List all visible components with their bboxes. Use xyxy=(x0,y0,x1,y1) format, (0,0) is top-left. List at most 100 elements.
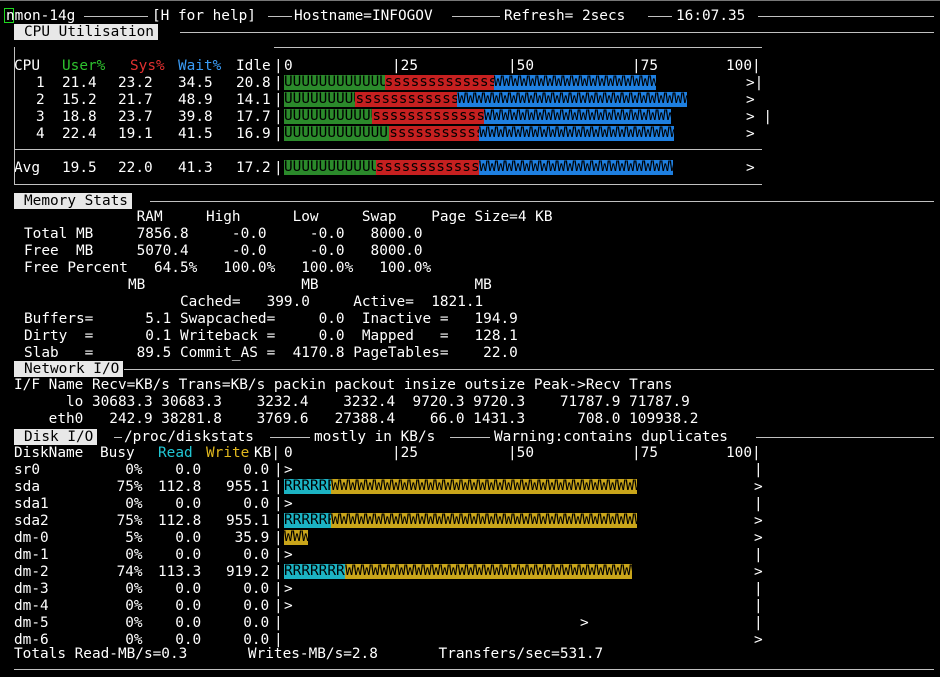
disk-marker: > xyxy=(284,547,293,563)
disk-busy: 0% xyxy=(125,615,143,631)
memory-line: Total MB 7856.8 -0.0 -0.0 8000.0 xyxy=(24,226,423,242)
memory-line: Free Percent 64.5% 100.0% 100.0% 100.0% xyxy=(24,260,432,276)
cpu-header-cpu: CPU xyxy=(14,58,40,74)
network-line: I/F Name Recv=KB/s Trans=KB/s packin pac… xyxy=(14,377,673,393)
disk-name: sda2 xyxy=(14,513,49,529)
cpu-bar-sys: sssssssssssss xyxy=(372,109,484,124)
disk-row-end: | xyxy=(754,615,763,631)
network-line: lo 30683.3 30683.3 3232.4 3232.4 9720.3 … xyxy=(14,394,690,410)
disk-read: 113.3 xyxy=(158,564,202,580)
cpu-bar-sys: ssssssssssss xyxy=(355,92,458,107)
cpu-idle: 14.1 xyxy=(236,92,271,108)
disk-scale-100: 100| xyxy=(726,445,761,461)
disk-write: 0.0 xyxy=(243,462,270,478)
disk-header-name: DiskName xyxy=(14,445,84,461)
disk-read: 112.8 xyxy=(158,479,202,495)
cpu-row-end: >| xyxy=(746,75,764,91)
disk-row-end: > xyxy=(754,513,763,529)
nmon-terminal[interactable]: nmon-14g [H for help] Hostname=INFOGOV R… xyxy=(0,0,940,677)
disk-row-end: | xyxy=(754,462,763,478)
cpu-user: 18.8 xyxy=(62,109,97,125)
disk-read: 112.8 xyxy=(158,513,202,529)
cpu-idle: 16.9 xyxy=(236,126,271,142)
cpu-header-user: User% xyxy=(62,58,106,74)
cpu-user: 15.2 xyxy=(62,92,97,108)
header-help: [H for help] xyxy=(152,8,256,24)
disk-bar-write: WWW xyxy=(284,530,308,545)
memory-line: Buffers= 5.1 Swapcached= 0.0 Inactive = … xyxy=(24,311,518,327)
cpu-wait: 41.3 xyxy=(178,160,213,176)
header-hostname: Hostname=INFOGOV xyxy=(294,8,433,24)
cpu-bar-user: UUUUUUUUUUUUU xyxy=(284,126,390,141)
cpu-bar-user: UUUUUUUUU xyxy=(284,92,356,107)
disk-name: dm-1 xyxy=(14,547,49,563)
disk-bar-write: WWWWWWWWWWWWWWWWWWWWWWWWWWWWWWWWWWWW xyxy=(331,479,637,494)
cpu-scale-75: |75 xyxy=(632,58,658,74)
cpu-sys: 21.7 xyxy=(118,92,153,108)
cpu-section-title: CPU Utilisation xyxy=(14,24,158,40)
cpu-row-end: > xyxy=(746,126,755,142)
memory-line: Free MB 5070.4 -0.0 -0.0 8000.0 xyxy=(24,243,423,259)
cpu-header-idle: Idle xyxy=(236,58,271,74)
disk-scale-50: |50 xyxy=(508,445,534,461)
disk-scale-0: 0 xyxy=(284,445,293,461)
cpu-sys: 23.7 xyxy=(118,109,153,125)
cpu-header-sys: Sys% xyxy=(130,58,165,74)
cpu-wait: 41.5 xyxy=(178,126,213,142)
memory-section-title: Memory Stats xyxy=(14,193,132,209)
cpu-sep: | xyxy=(274,109,283,125)
disk-row-end: > xyxy=(754,530,763,546)
disk-mid-marker: > xyxy=(580,615,589,631)
disk-header-read: Read xyxy=(158,445,193,461)
disk-write: 919.2 xyxy=(226,564,270,580)
disk-write: 955.1 xyxy=(226,479,270,495)
disk-header-kb: KB| xyxy=(254,445,280,461)
cpu-idle: 17.7 xyxy=(236,109,271,125)
disk-name: dm-3 xyxy=(14,581,49,597)
cpu-bar-wait: WWWWWWWWWWWWWWWWWWWWWWW xyxy=(479,126,675,141)
cpu-row-end: > | xyxy=(746,109,772,125)
disk-busy: 0% xyxy=(125,462,143,478)
disk-row-end: | xyxy=(754,581,763,597)
disk-name: dm-0 xyxy=(14,530,49,546)
disk-bar-write: WWWWWWWWWWWWWWWWWWWWWWWWWWWWWWWWWWWW xyxy=(331,513,637,528)
disk-write: 0.0 xyxy=(243,598,270,614)
header-app: nmon-14g xyxy=(6,8,76,24)
disk-sep: | xyxy=(274,615,283,631)
header-refresh: Refresh= 2secs xyxy=(504,8,626,24)
disk-read: 0.0 xyxy=(175,581,202,597)
disk-name: dm-5 xyxy=(14,615,49,631)
disk-units: mostly in KB/s xyxy=(314,429,436,445)
cpu-bar-sys: sssssssssss xyxy=(389,126,480,141)
cpu-scale-0: 0 xyxy=(284,58,293,74)
disk-write: 0.0 xyxy=(243,581,270,597)
disk-row-end: > xyxy=(754,632,763,648)
cpu-id: Avg xyxy=(14,160,40,176)
network-line: eth0 242.9 38281.8 3769.6 27388.4 66.0 1… xyxy=(14,411,699,427)
memory-line: Slab = 89.5 Commit_AS = 4170.8 PageTable… xyxy=(24,345,518,361)
disk-busy: 74% xyxy=(116,564,143,580)
disk-busy: 0% xyxy=(125,581,143,597)
cpu-row-end: > xyxy=(746,92,755,108)
disk-bar-read: RRRRRR xyxy=(284,479,331,494)
disk-read: 0.0 xyxy=(175,547,202,563)
cpu-id: 3 xyxy=(36,109,45,125)
cpu-bar-sys: sssssssssssss xyxy=(384,75,494,90)
cpu-wait: 34.5 xyxy=(178,75,213,91)
cpu-sep: | xyxy=(274,160,283,176)
disk-marker: > xyxy=(284,496,293,512)
disk-sep: | xyxy=(274,598,283,614)
cpu-bar-user: UUUUUUUUUUU xyxy=(284,160,376,175)
disk-read: 0.0 xyxy=(175,615,202,631)
cpu-user: 22.4 xyxy=(62,126,97,142)
cpu-sys: 23.2 xyxy=(118,75,153,91)
cpu-bar-wait: WWWWWWWWWWWWWWWWWWW xyxy=(493,75,656,90)
cpu-scale-25: |25 xyxy=(392,58,418,74)
cpu-bar-wait: WWWWWWWWWWWWWWWWWWWWWW xyxy=(483,109,671,124)
header-time: 16:07.35 xyxy=(676,8,746,24)
disk-sep: | xyxy=(274,547,283,563)
disk-write: 35.9 xyxy=(234,530,270,546)
disk-sep: | xyxy=(274,581,283,597)
disk-sep: | xyxy=(274,564,283,580)
cpu-user: 19.5 xyxy=(62,160,97,176)
